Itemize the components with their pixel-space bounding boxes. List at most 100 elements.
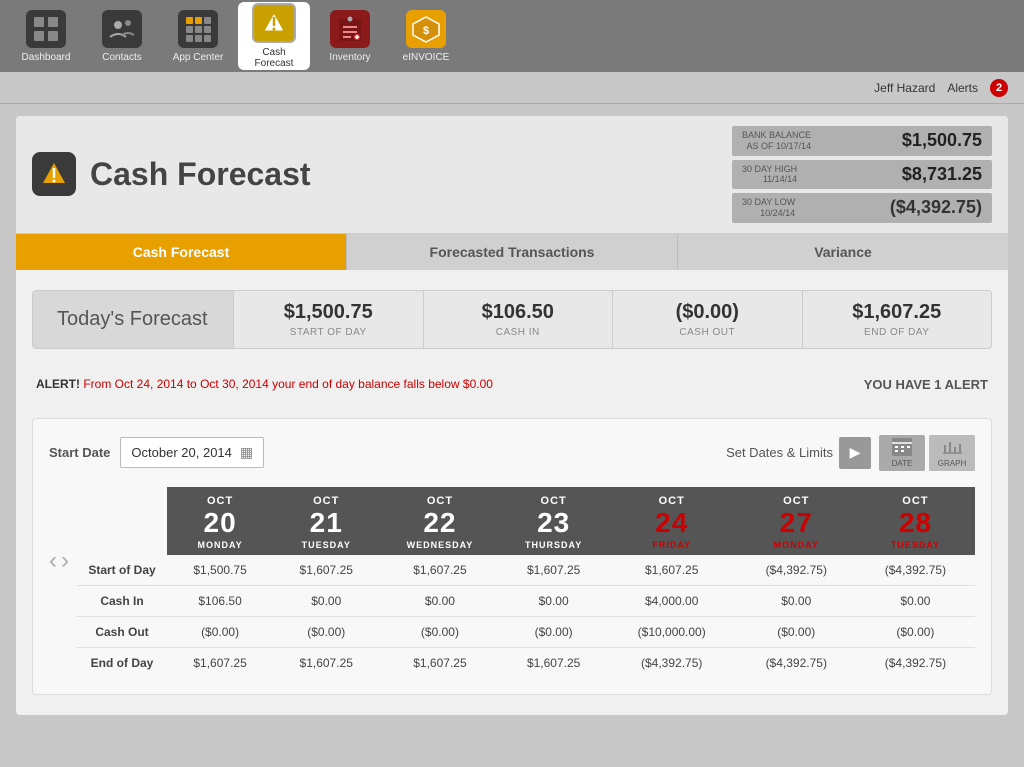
graph-view-label: GRAPH [938,459,966,468]
cell-0-1: $1,607.25 [273,555,379,586]
cell-2-6: ($0.00) [856,616,975,647]
cell-2-5: ($0.00) [737,616,856,647]
cell-3-0: $1,607.25 [167,647,273,678]
tab-variance[interactable]: Variance [678,234,1008,270]
alert-badge[interactable]: 2 [990,79,1008,97]
cell-0-4: $1,607.25 [607,555,737,586]
tab-forecasted-transactions[interactable]: Forecasted Transactions [347,234,678,270]
bank-stats: BANK BALANCE AS OF 10/17/14 $1,500.75 30… [732,126,992,223]
prev-arrow[interactable]: ‹ [49,547,57,575]
view-buttons: DATE G [879,435,975,471]
forecast-end-of-day: $1,607.25 END OF DAY [802,291,992,348]
date-view-button[interactable]: DATE [879,435,925,471]
day-high-value: $8,731.25 [902,164,982,185]
day-low-row: 30 DAY LOW 10/24/14 ($4,392.75) [732,193,992,223]
contacts-label: Contacts [102,52,141,63]
cell-0-0: $1,500.75 [167,555,273,586]
main-content: Cash Forecast BANK BALANCE AS OF 10/17/1… [0,104,1024,767]
nav-appcenter[interactable]: App Center [162,2,234,70]
cell-3-3: $1,607.25 [501,647,607,678]
start-date-value: October 20, 2014 [131,445,231,460]
top-navigation: Dashboard Contacts [0,0,1024,72]
alert-message: From Oct 24, 2014 to Oct 30, 2014 your e… [83,377,493,391]
graph-view-button[interactable]: GRAPH [929,435,975,471]
row-label-2: Cash Out [77,616,167,647]
calendar-icon: ▦ [240,444,253,461]
forecast-bar: Today's Forecast $1,500.75 START OF DAY … [32,290,992,349]
calendar-controls: Start Date October 20, 2014 ▦ Set Dates … [49,435,975,471]
col-header-4: OCT 24 FRIDAY [607,487,737,555]
table-row: Cash Out($0.00)($0.00)($0.00)($0.00)($10… [77,616,975,647]
day-high-label: 30 DAY HIGH 11/14/14 [742,164,797,186]
set-dates-button[interactable]: Set Dates & Limits ▶ [726,437,871,469]
cell-1-3: $0.00 [501,585,607,616]
cell-1-2: $0.00 [379,585,500,616]
forecast-cash-out: ($0.00) CASH OUT [612,291,802,348]
cell-3-6: ($4,392.75) [856,647,975,678]
header-bar: Jeff Hazard Alerts 2 [0,72,1024,104]
controls-right: Set Dates & Limits ▶ [726,435,975,471]
cell-0-3: $1,607.25 [501,555,607,586]
content-body: Today's Forecast $1,500.75 START OF DAY … [16,270,1008,715]
col-header-5: OCT 27 MONDAY [737,487,856,555]
forecast-cashin-value: $106.50 [482,301,554,324]
cashforecast-icon [252,3,296,43]
day-high-row: 30 DAY HIGH 11/14/14 $8,731.25 [732,160,992,190]
alerts-label[interactable]: Alerts [947,81,978,95]
dashboard-icon [26,10,66,48]
table-row: End of Day$1,607.25$1,607.25$1,607.25$1,… [77,647,975,678]
cell-2-3: ($0.00) [501,616,607,647]
start-date-input[interactable]: October 20, 2014 ▦ [120,437,264,468]
app-title: Cash Forecast [90,156,311,193]
cell-1-4: $4,000.00 [607,585,737,616]
inventory-label: Inventory [329,52,370,63]
set-dates-arrow-icon[interactable]: ▶ [839,437,871,469]
cell-3-2: $1,607.25 [379,647,500,678]
nav-cashforecast[interactable]: CashForecast [238,2,310,70]
cell-3-5: ($4,392.75) [737,647,856,678]
calendar-table: OCT 20 MONDAY OCT 21 TUESDAY [77,487,975,678]
app-header: Cash Forecast BANK BALANCE AS OF 10/17/1… [16,116,1008,234]
forecast-cash-in: $106.50 CASH IN [423,291,613,348]
day-low-label: 30 DAY LOW 10/24/14 [742,197,795,219]
cell-3-1: $1,607.25 [273,647,379,678]
app-logo-icon [32,152,76,196]
inventory-icon [330,10,370,48]
col-header-1: OCT 21 TUESDAY [273,487,379,555]
table-row: Cash In$106.50$0.00$0.00$0.00$4,000.00$0… [77,585,975,616]
start-date-label: Start Date [49,445,110,460]
cell-2-0: ($0.00) [167,616,273,647]
date-input-group: Start Date October 20, 2014 ▦ [49,437,264,468]
col-header-3: OCT 23 THURSDAY [501,487,607,555]
date-view-label: DATE [892,459,913,468]
cell-3-4: ($4,392.75) [607,647,737,678]
nav-inventory[interactable]: Inventory [314,2,386,70]
table-row: Start of Day$1,500.75$1,607.25$1,607.25$… [77,555,975,586]
next-arrow[interactable]: › [61,547,69,575]
tabs-bar: Cash Forecast Forecasted Transactions Va… [16,234,1008,270]
alert-text: ALERT! From Oct 24, 2014 to Oct 30, 2014… [36,377,493,391]
cell-0-5: ($4,392.75) [737,555,856,586]
nav-dashboard[interactable]: Dashboard [10,2,82,70]
nav-einvoice[interactable]: $ eINVOICE [390,2,462,70]
cell-1-1: $0.00 [273,585,379,616]
col-header-0: OCT 20 MONDAY [167,487,273,555]
cell-1-5: $0.00 [737,585,856,616]
bank-balance-label: BANK BALANCE AS OF 10/17/14 [742,130,811,152]
forecast-start-of-day: $1,500.75 START OF DAY [233,291,423,348]
nav-contacts[interactable]: Contacts [86,2,158,70]
forecast-endofday-value: $1,607.25 [852,301,941,324]
alert-count: YOU HAVE 1 ALERT [864,377,988,392]
cell-2-2: ($0.00) [379,616,500,647]
todays-forecast-label: Today's Forecast [33,291,233,348]
forecast-cashout-value: ($0.00) [676,301,739,324]
calendar-nav: ‹ › [49,487,69,575]
cell-0-2: $1,607.25 [379,555,500,586]
tab-cash-forecast[interactable]: Cash Forecast [16,234,347,270]
cell-2-1: ($0.00) [273,616,379,647]
dashboard-label: Dashboard [22,52,71,63]
app-title-area: Cash Forecast [32,152,311,196]
cashforecast-label: CashForecast [255,47,294,69]
bank-balance-row: BANK BALANCE AS OF 10/17/14 $1,500.75 [732,126,992,156]
calendar-section: Start Date October 20, 2014 ▦ Set Dates … [32,418,992,695]
